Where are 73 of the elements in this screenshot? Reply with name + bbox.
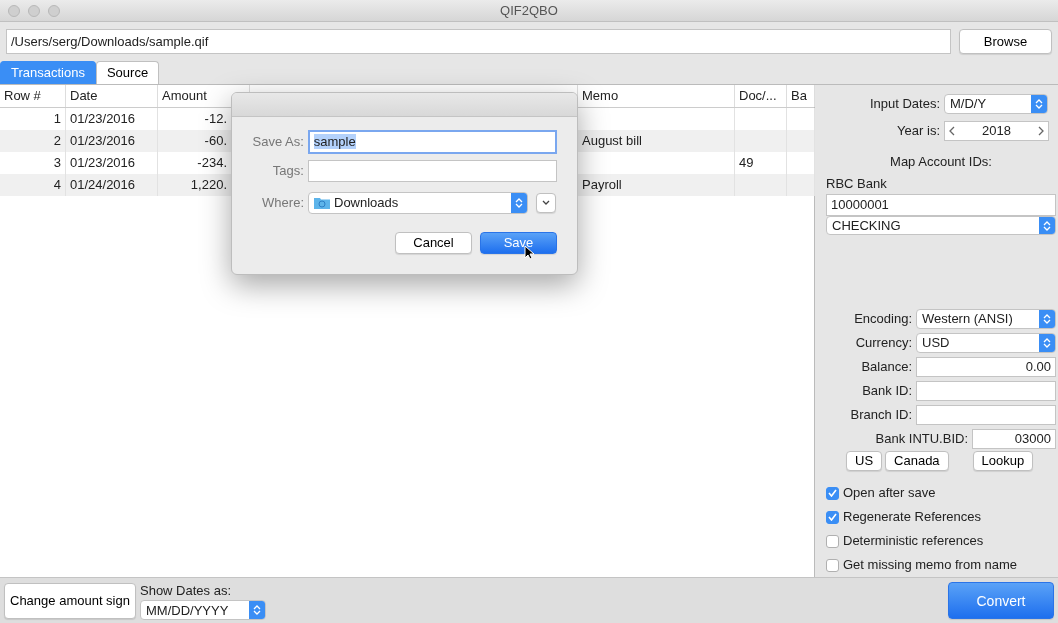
window-control[interactable] <box>8 5 20 17</box>
where-select[interactable]: Downloads <box>308 191 528 214</box>
field-label: Encoding: <box>853 310 912 329</box>
table-cell: 01/23/2016 <box>66 129 158 152</box>
table-cell: 4 <box>0 173 66 196</box>
table-cell: 1 <box>0 107 66 130</box>
path-field[interactable]: /Users/serg/Downloads/sample.qif <box>6 29 951 55</box>
table-cell: 01/23/2016 <box>66 151 158 174</box>
stepper-icon <box>1031 94 1047 113</box>
account-type-select[interactable]: CHECKING <box>826 215 1056 236</box>
window-control[interactable] <box>48 5 60 17</box>
change-sign-button[interactable]: Change amount sign <box>4 582 136 619</box>
year-stepper[interactable]: 2018 <box>944 120 1049 141</box>
stepper-icon <box>1039 216 1055 235</box>
table-cell: 3 <box>0 151 66 174</box>
tags-field[interactable] <box>307 159 557 182</box>
select-field[interactable]: USD <box>916 333 1056 353</box>
checkbox[interactable] <box>826 558 839 572</box>
field-label: Input Dates: <box>868 95 940 114</box>
input-field[interactable] <box>916 405 1056 425</box>
table-cell: 01/23/2016 <box>66 107 158 130</box>
field-label: Tags: <box>271 162 304 181</box>
column-header[interactable]: Doc/... <box>735 84 787 107</box>
field-label: Bank INTU.BID: <box>874 430 968 449</box>
input-field[interactable] <box>916 381 1056 401</box>
field-label: Currency: <box>854 334 912 353</box>
date-format-select[interactable]: MM/DD/YYYY <box>140 600 266 621</box>
checkbox-label: Regenerate References <box>843 508 982 527</box>
save-button[interactable]: Save <box>480 231 557 254</box>
field-label: Save As: <box>251 133 304 152</box>
field-label: Show Dates as: <box>140 581 233 600</box>
stepper-icon <box>511 192 527 213</box>
action-button[interactable]: US <box>846 451 883 471</box>
convert-button[interactable]: Convert <box>948 582 1054 619</box>
window-title: QIF2QBO <box>500 3 558 18</box>
field-label: Bank ID: <box>861 382 912 401</box>
stepper-icon <box>249 601 265 620</box>
checkbox-label: Get missing memo from name <box>843 556 1018 575</box>
column-header[interactable]: Ba <box>787 84 815 107</box>
checkbox[interactable] <box>826 510 839 524</box>
section-heading: Map Account IDs: <box>889 152 993 171</box>
checkbox-label: Open after save <box>843 484 936 503</box>
input-field[interactable]: 03000 <box>972 429 1056 449</box>
checkbox-label: Deterministic references <box>843 532 984 551</box>
cancel-button[interactable]: Cancel <box>395 231 472 254</box>
year-value: 2018 <box>982 121 1011 140</box>
checkbox[interactable] <box>826 534 839 548</box>
table-cell: 01/24/2016 <box>66 173 158 196</box>
stepper-icon <box>1039 334 1055 352</box>
action-button[interactable]: Lookup <box>972 451 1034 471</box>
account-name: RBC Bank <box>826 175 888 194</box>
browse-button[interactable]: Browse <box>959 29 1052 55</box>
field-label: Year is: <box>896 122 940 141</box>
column-header[interactable]: Row # <box>0 84 66 107</box>
table-cell: 2 <box>0 129 66 152</box>
tab[interactable]: Source <box>95 61 160 84</box>
stepper-icon <box>1039 310 1055 328</box>
window-control[interactable] <box>28 5 40 17</box>
account-id-field[interactable]: 10000001 <box>826 193 1056 216</box>
chevron-down-icon <box>542 200 550 206</box>
input-field[interactable]: 0.00 <box>916 357 1056 377</box>
field-label: Where: <box>261 194 304 213</box>
expand-button[interactable] <box>536 192 556 213</box>
action-button[interactable]: Canada <box>885 451 949 471</box>
input-dates-select[interactable]: M/D/Y <box>944 93 1048 114</box>
save-as-field[interactable]: sample <box>307 129 557 154</box>
column-header[interactable]: Date <box>66 84 158 107</box>
folder-icon <box>314 196 330 210</box>
table-cell: 49 <box>735 151 787 174</box>
field-label: Branch ID: <box>849 406 912 425</box>
select-field[interactable]: Western (ANSI) <box>916 309 1056 329</box>
checkbox[interactable] <box>826 486 839 500</box>
field-label: Balance: <box>860 358 912 377</box>
